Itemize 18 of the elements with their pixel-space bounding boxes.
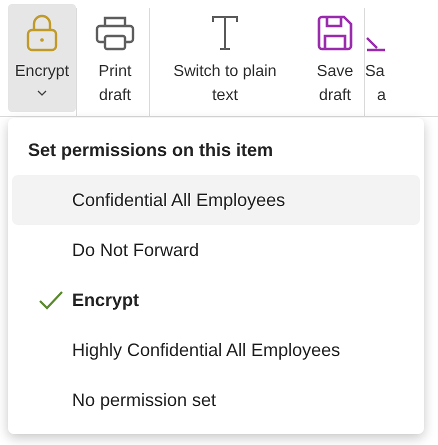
menu-item[interactable]: Highly Confidential All Employees xyxy=(12,325,420,375)
save-icon xyxy=(316,14,354,52)
download-icon xyxy=(365,36,385,52)
menu-item[interactable]: No permission set xyxy=(12,375,420,425)
ribbon-button[interactable]: Encrypt xyxy=(8,4,76,112)
ribbon-button[interactable]: Print draft xyxy=(81,4,149,112)
text-icon xyxy=(210,14,240,52)
menu-item[interactable]: Confidential All Employees xyxy=(12,175,420,225)
menu-item[interactable]: Encrypt xyxy=(12,275,420,325)
ribbon-button[interactable]: Sa a xyxy=(365,4,405,112)
ribbon-button[interactable]: Save draft xyxy=(306,4,364,112)
ribbon-button[interactable]: Switch to plain text xyxy=(152,4,298,112)
menu-item[interactable]: Do Not Forward xyxy=(12,225,420,275)
checkmark-icon xyxy=(38,290,64,310)
lock-icon xyxy=(25,14,59,52)
printer-icon xyxy=(94,14,136,52)
menu-title: Set permissions on this item xyxy=(27,139,274,162)
chevron-icon xyxy=(37,90,47,96)
